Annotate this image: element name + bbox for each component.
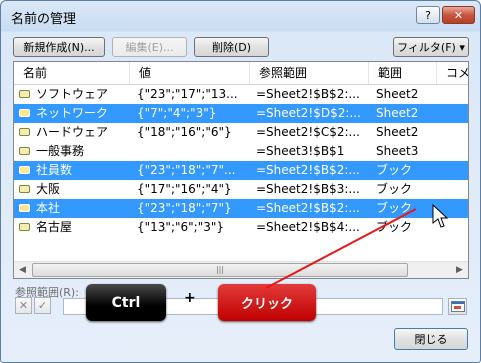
named-range-icon xyxy=(19,90,30,98)
scroll-left-arrow-icon[interactable]: ◀ xyxy=(14,262,31,278)
list-header: 名前 値 参照範囲 範囲 コメ xyxy=(14,62,468,85)
close-window-button[interactable]: ✕ xyxy=(442,6,475,24)
cell-scope: Sheet3 xyxy=(376,144,419,158)
list-row[interactable]: 大阪 {"17";"16";"4"} =Sheet2!$B$3:... ブック xyxy=(14,180,468,199)
cell-refers-to: =Sheet2!$B$2:... xyxy=(256,87,360,101)
cell-scope: Sheet2 xyxy=(376,106,419,120)
named-range-icon xyxy=(19,204,30,212)
cell-name: 本社 xyxy=(36,201,61,215)
collapse-dialog-button[interactable] xyxy=(448,298,467,315)
title-bar: 名前の管理 ? ✕ xyxy=(1,1,480,31)
click-badge: クリック xyxy=(218,284,316,321)
list-row[interactable]: ハードウェア {"18";"16";"6"} =Sheet2!$C$2:... She… xyxy=(14,123,468,142)
named-range-icon xyxy=(19,185,30,193)
cell-value: {"13";"6";"3"} xyxy=(137,220,225,234)
cell-refers-to: =Sheet2!$D$2:... xyxy=(256,106,361,120)
cell-refers-to: =Sheet2!$B$4:... xyxy=(256,220,360,234)
edit-button[interactable]: 編集(E)... xyxy=(112,37,187,57)
list-row[interactable]: ネットワーク {"7";"4";"3"} =Sheet2!$D$2:... Sheet… xyxy=(14,104,468,123)
cell-scope: ブック xyxy=(376,163,413,177)
cell-value: {"17";"16";"4"} xyxy=(137,182,232,196)
cell-refers-to: =Sheet3!$B$1 xyxy=(256,144,345,158)
cell-value: {"23";"17";"13... xyxy=(137,87,238,101)
cell-refers-to: =Sheet2!$C$2:... xyxy=(256,125,360,139)
window-title: 名前の管理 xyxy=(11,12,77,27)
column-header-refers-to[interactable]: 参照範囲 xyxy=(250,62,369,84)
cell-value xyxy=(137,142,257,161)
named-range-icon xyxy=(19,109,30,117)
cell-refers-to: =Sheet2!$B$2:... xyxy=(256,201,360,215)
named-range-icon xyxy=(19,147,30,155)
cell-scope: Sheet2 xyxy=(376,87,419,101)
cell-name: ネットワーク xyxy=(36,106,109,120)
cell-scope: ブック xyxy=(376,220,413,234)
column-header-comment[interactable]: コメ xyxy=(437,62,468,84)
cell-refers-to: =Sheet2!$B$3:... xyxy=(256,182,360,196)
cell-scope: ブック xyxy=(376,201,413,215)
cell-scope: ブック xyxy=(376,182,413,196)
cell-value: {"18";"16";"6"} xyxy=(137,125,232,139)
scrollbar-thumb[interactable]: ||| xyxy=(32,263,408,277)
confirm-edit-icon[interactable]: ✓ xyxy=(34,297,51,314)
cell-name: 名古屋 xyxy=(36,220,73,234)
cell-scope: Sheet2 xyxy=(376,125,419,139)
plus-sign: + xyxy=(184,290,196,306)
named-range-icon xyxy=(19,128,30,136)
cell-value: {"23";"18";"7"... xyxy=(137,163,236,177)
cancel-edit-icon[interactable]: ✕ xyxy=(15,297,32,314)
cell-name: ソフトウェア xyxy=(36,87,109,101)
column-header-scope[interactable]: 範囲 xyxy=(369,62,437,84)
named-range-icon xyxy=(19,166,30,174)
cell-name: 一般事務 xyxy=(36,144,85,158)
horizontal-scrollbar[interactable]: ◀ ||| ▶ xyxy=(14,261,468,278)
column-header-name[interactable]: 名前 xyxy=(14,62,130,84)
list-row[interactable]: 名古屋 {"13";"6";"3"} =Sheet2!$B$4:... ブック xyxy=(14,218,468,237)
help-button[interactable]: ? xyxy=(416,6,440,24)
cell-refers-to: =Sheet2!$B$2:... xyxy=(256,163,360,177)
delete-button[interactable]: 削除(D) xyxy=(194,37,269,57)
named-range-icon xyxy=(19,223,30,231)
close-button[interactable]: 閉じる xyxy=(394,328,468,350)
cell-name: ハードウェア xyxy=(36,125,109,139)
names-list[interactable]: 名前 値 参照範囲 範囲 コメ ソフトウェア {"23";"17";"13... =… xyxy=(13,61,469,279)
list-row[interactable]: 本社 {"23";"18";"7"} =Sheet2!$B$2:... ブック xyxy=(14,199,468,218)
list-row[interactable]: 社員数 {"23";"18";"7"... =Sheet2!$B$2:... ブック xyxy=(14,161,468,180)
cell-name: 大阪 xyxy=(36,182,61,196)
cell-value: {"23";"18";"7"} xyxy=(137,201,232,215)
list-row[interactable]: ソフトウェア {"23";"17";"13... =Sheet2!$B$2:... S… xyxy=(14,85,468,104)
column-header-value[interactable]: 値 xyxy=(130,62,250,84)
cell-value: {"7";"4";"3"} xyxy=(137,106,217,120)
new-button[interactable]: 新規作成(N)... xyxy=(13,37,105,57)
ctrl-key-badge: Ctrl xyxy=(86,284,166,321)
scroll-right-arrow-icon[interactable]: ▶ xyxy=(451,262,468,278)
collapse-dialog-icon xyxy=(451,301,465,312)
cell-name: 社員数 xyxy=(36,163,73,177)
list-row[interactable]: 一般事務 =Sheet3!$B$1 Sheet3 xyxy=(14,142,468,161)
filter-button[interactable]: フィルタ(F) ▾ xyxy=(393,37,469,57)
